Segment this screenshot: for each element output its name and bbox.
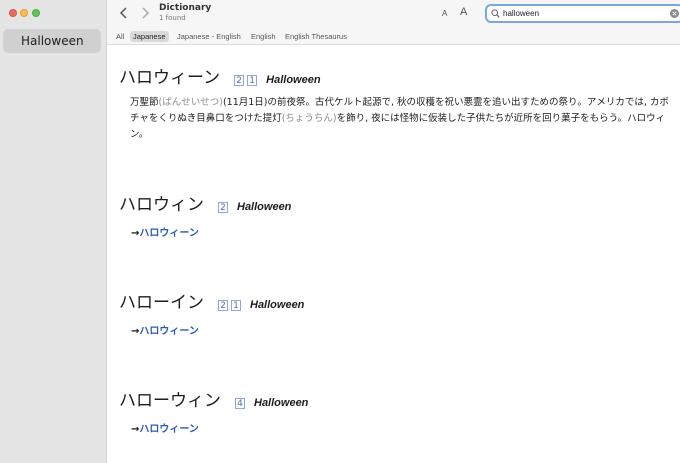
accent-number-badge: 2: [218, 202, 228, 213]
tab-english-thesaurus[interactable]: English Thesaurus: [282, 31, 350, 42]
cross-reference-link[interactable]: →ハロウィーン: [131, 224, 199, 239]
chevron-right-icon: [142, 7, 150, 19]
sidebar-item-halloween[interactable]: Halloween: [3, 29, 101, 53]
accent-number-badge: 1: [247, 75, 258, 86]
tab-all[interactable]: All: [113, 31, 127, 42]
entry-header: ハロウィン 2 Halloween: [119, 190, 291, 215]
accent-number-badge: 2: [218, 300, 228, 311]
increase-font-button[interactable]: A: [460, 6, 467, 18]
toolbar: Dictionary 1 found A A: [107, 0, 680, 28]
dictionary-source-tabs: All Japanese Japanese - English English …: [107, 28, 680, 45]
entry-definition: 万聖節(ばんせいせつ)(11月1日)の前夜祭。古代ケルト起源で, 秋の収穫を祝い…: [130, 97, 669, 140]
entry-headword: ハロウィン: [119, 195, 204, 215]
close-window-button[interactable]: [9, 9, 17, 17]
window-title: Dictionary: [159, 3, 212, 13]
cross-reference-link[interactable]: →ハロウィーン: [131, 420, 199, 435]
accent-number-badge: 1: [231, 300, 241, 311]
entry-headword: ハローウィン: [119, 391, 221, 411]
entry-english: Halloween: [250, 299, 305, 311]
search-icon: [491, 9, 500, 18]
chevron-left-icon: [119, 7, 127, 19]
entry-english: Halloween: [237, 201, 292, 213]
search-input[interactable]: [503, 6, 663, 21]
results-count: 1 found: [159, 14, 186, 22]
tab-japanese-english[interactable]: Japanese - English: [174, 31, 244, 42]
entry-header: ハローウィン 4 Halloween: [119, 386, 308, 411]
forward-button[interactable]: [137, 5, 153, 21]
accent-number-badge: 4: [235, 398, 245, 409]
entry-header: ハロウィーン 2 1 Halloween: [119, 63, 321, 88]
tab-english[interactable]: English: [248, 31, 279, 42]
entry-headword: ハローイン: [119, 293, 204, 313]
accent-number-badge: 2: [234, 75, 245, 86]
window-title-block: Dictionary 1 found: [159, 3, 211, 23]
entry-header: ハローイン 2 1 Halloween: [119, 288, 304, 313]
definition-pane: ハロウィーン 2 1 Halloween 万聖節(ばんせいせつ)(11月1日)の…: [107, 45, 680, 463]
reading-annotation: (ばんせいせつ): [158, 97, 223, 108]
reading-annotation: (ちょうちん): [281, 113, 337, 124]
clear-search-icon[interactable]: [670, 9, 679, 18]
entry-english: Halloween: [254, 397, 309, 409]
back-button[interactable]: [116, 5, 132, 21]
cross-reference-link[interactable]: →ハロウィーン: [131, 322, 199, 337]
search-field[interactable]: [485, 4, 680, 23]
entry-english: Halloween: [266, 74, 321, 86]
decrease-font-button[interactable]: A: [442, 9, 447, 18]
sidebar: Halloween: [0, 0, 107, 463]
zoom-window-button[interactable]: [32, 9, 40, 17]
minimize-window-button[interactable]: [20, 9, 28, 17]
entry-headword: ハロウィーン: [119, 68, 221, 88]
tab-japanese[interactable]: Japanese: [130, 31, 169, 42]
